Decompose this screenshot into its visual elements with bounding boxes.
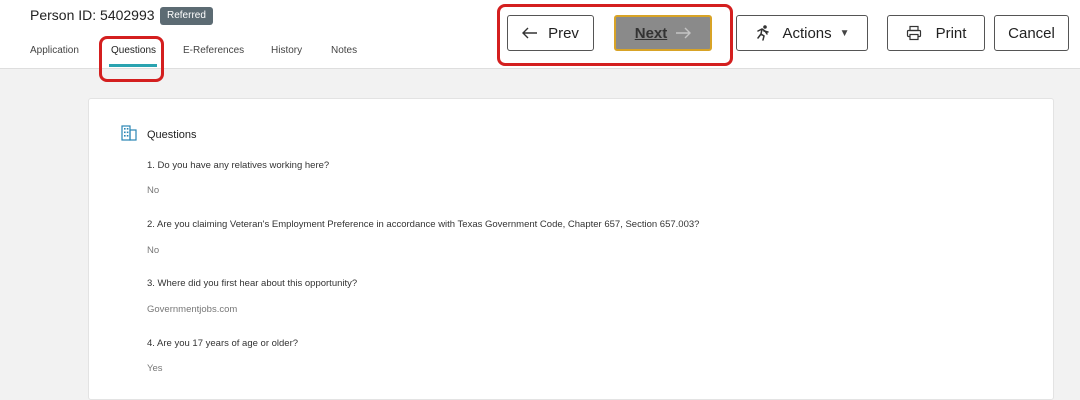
tab-e-references[interactable]: E-References	[183, 45, 244, 56]
building-icon	[121, 125, 137, 146]
print-label: Print	[935, 24, 967, 42]
nav-buttons-highlight	[497, 4, 733, 66]
cancel-button[interactable]: Cancel	[994, 15, 1069, 51]
answer-text: Yes	[147, 363, 163, 374]
printer-icon	[906, 25, 922, 41]
answer-text: No	[147, 185, 160, 196]
questions-card: Questions 1. Do you have any relatives w…	[88, 98, 1054, 400]
questions-tab-highlight	[99, 36, 164, 82]
question-text: 2. Are you claiming Veteran's Employment…	[147, 219, 700, 230]
actions-dropdown[interactable]: Actions ▼	[736, 15, 868, 51]
print-button[interactable]: Print	[887, 15, 985, 51]
status-badge: Referred	[160, 7, 213, 25]
answer-text: No	[147, 245, 160, 256]
question-text: 1. Do you have any relatives working her…	[147, 160, 330, 171]
caret-down-icon: ▼	[839, 27, 850, 39]
question-text: 4. Are you 17 years of age or older?	[147, 338, 299, 349]
tab-notes[interactable]: Notes	[331, 45, 357, 56]
person-id: Person ID: 5402993	[30, 7, 155, 23]
section-title: Questions	[147, 129, 197, 141]
tab-history[interactable]: History	[271, 45, 302, 56]
top-bar: Person ID: 5402993 Referred Application …	[0, 0, 1080, 82]
question-text: 3. Where did you first hear about this o…	[147, 278, 358, 289]
tab-application[interactable]: Application	[30, 45, 79, 56]
answer-text: Governmentjobs.com	[147, 304, 238, 315]
running-person-icon	[754, 24, 772, 42]
actions-label: Actions	[782, 24, 832, 42]
